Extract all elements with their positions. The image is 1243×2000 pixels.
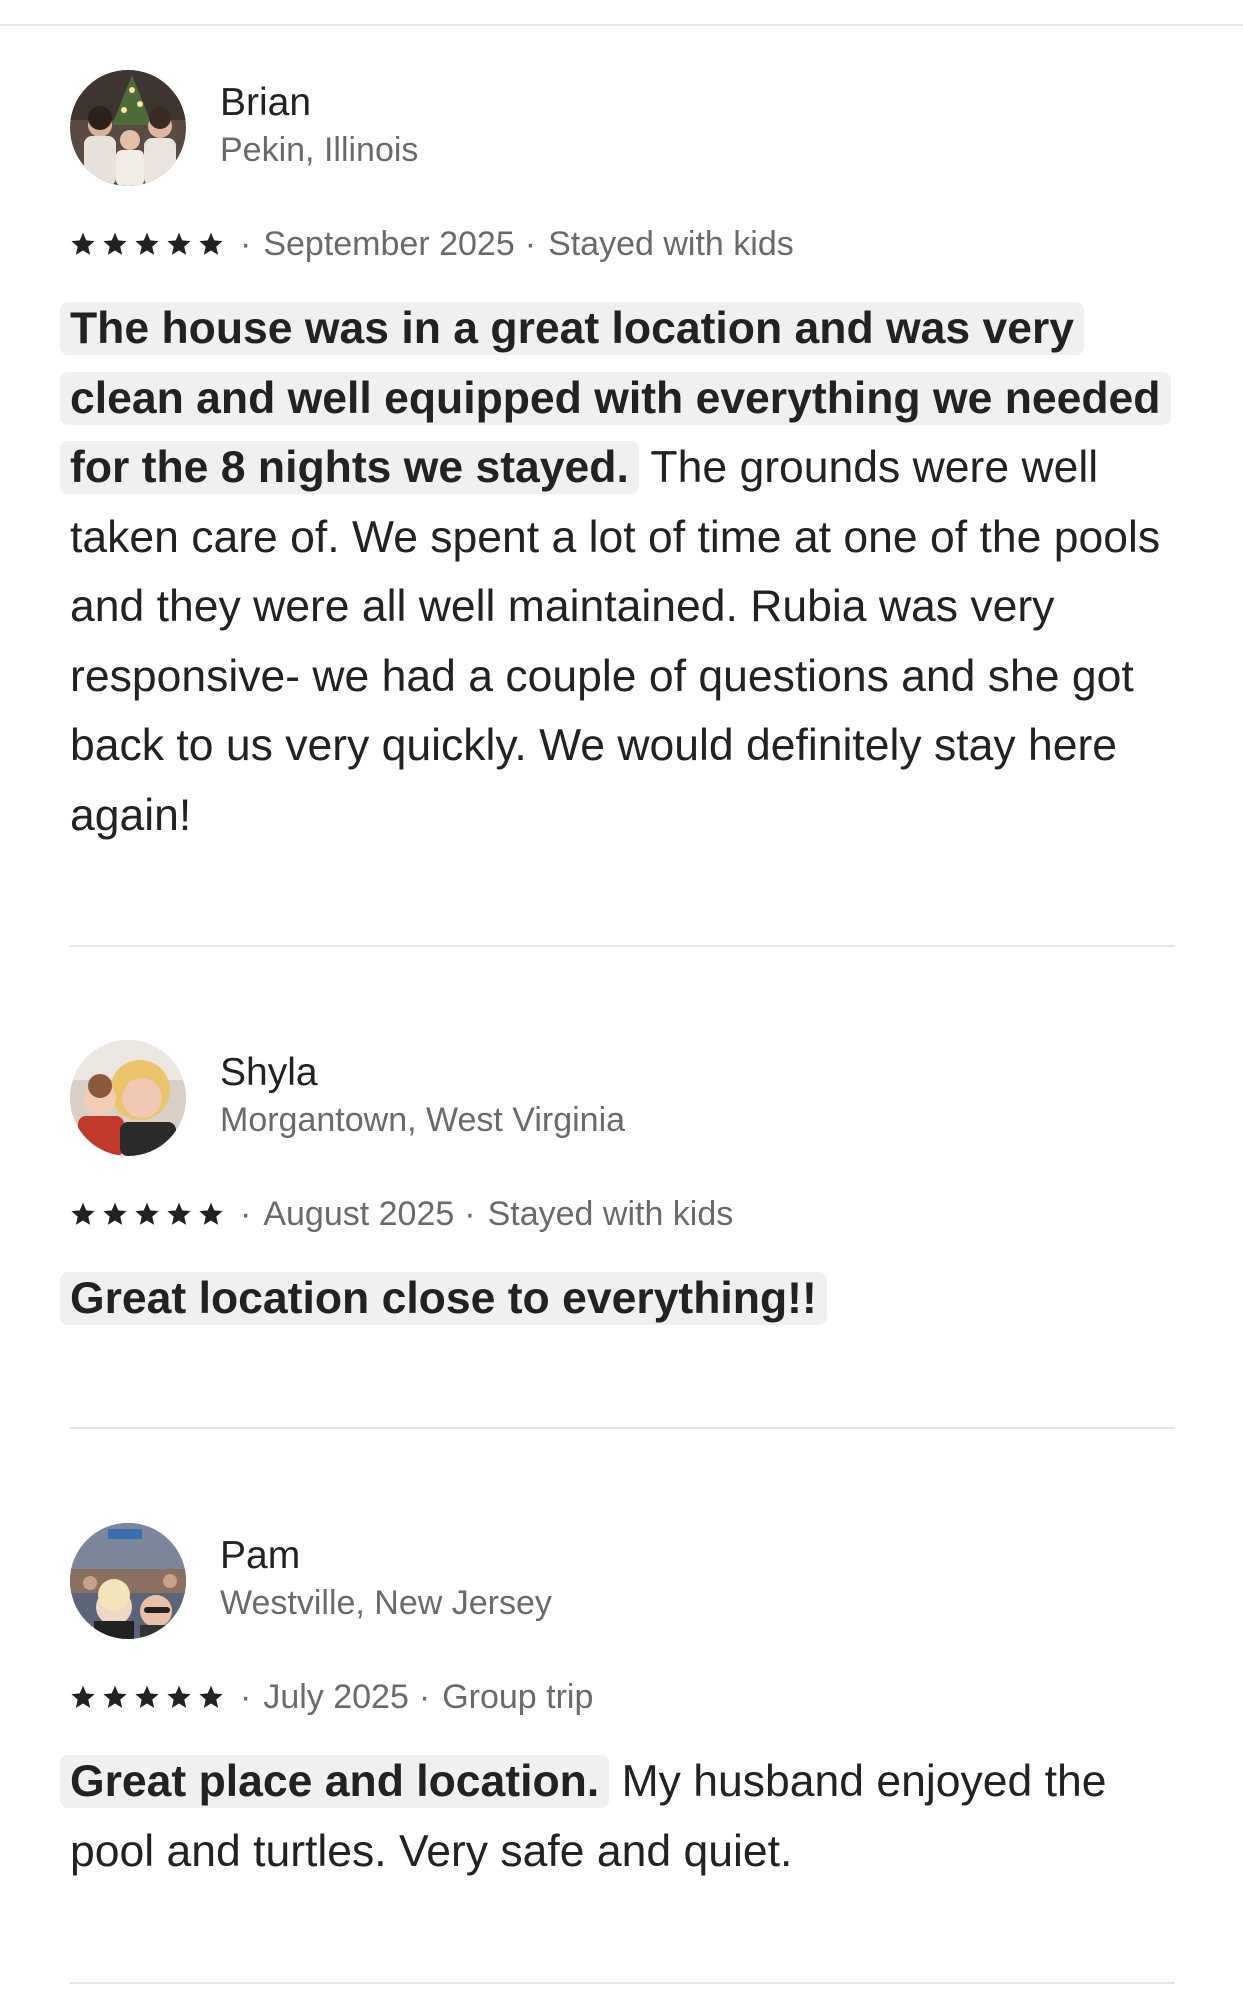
star-icon bbox=[166, 1201, 192, 1227]
star-icon bbox=[102, 1684, 128, 1710]
review-text: The grounds were well taken care of. We … bbox=[70, 443, 1161, 840]
trip-type: Group trip bbox=[442, 1677, 594, 1716]
review-date: July 2025 bbox=[263, 1677, 409, 1716]
reviewer-name[interactable]: Brian bbox=[220, 79, 418, 127]
meta-separator: · bbox=[240, 1194, 252, 1233]
star-icon bbox=[166, 231, 192, 257]
review-card: Pam Westville, New Jersey · July 2025 · … bbox=[60, 1523, 1180, 1886]
trip-type: Stayed with kids bbox=[487, 1194, 734, 1233]
star-icon bbox=[134, 1201, 160, 1227]
meta-separator: · bbox=[524, 224, 537, 263]
mother-child-photo-avatar-icon bbox=[70, 1040, 186, 1156]
review-card: Brian Pekin, Illinois · September 2025 ·… bbox=[60, 70, 1180, 850]
star-icon bbox=[70, 231, 96, 257]
review-highlight: Great location close to everything!! bbox=[60, 1272, 827, 1325]
star-icon bbox=[102, 1201, 128, 1227]
review-date: August 2025 bbox=[263, 1194, 455, 1233]
star-icon bbox=[134, 1684, 160, 1710]
review-meta: · July 2025 · Group trip bbox=[70, 1677, 1180, 1717]
review-divider bbox=[70, 1982, 1175, 1984]
trip-type: Stayed with kids bbox=[548, 224, 794, 263]
reviewer-header: Brian Pekin, Illinois bbox=[70, 70, 1180, 186]
family-photo-avatar-icon bbox=[70, 70, 186, 186]
star-icon bbox=[198, 231, 224, 257]
reviewer-header: Shyla Morgantown, West Virginia bbox=[70, 1040, 1180, 1156]
meta-separator: · bbox=[418, 1677, 431, 1716]
star-rating bbox=[70, 1201, 230, 1227]
star-icon bbox=[134, 231, 160, 257]
star-icon bbox=[198, 1201, 224, 1227]
review-card: Shyla Morgantown, West Virginia · August… bbox=[60, 1040, 1180, 1334]
reviewer-location: Pekin, Illinois bbox=[220, 131, 419, 169]
review-body: The house was in a great location and wa… bbox=[60, 294, 1180, 850]
meta-separator: · bbox=[240, 1677, 252, 1716]
star-rating bbox=[70, 231, 230, 257]
reviewer-name[interactable]: Shyla bbox=[220, 1049, 625, 1097]
selfie-photo-avatar-icon bbox=[70, 1523, 186, 1639]
reviewer-header: Pam Westville, New Jersey bbox=[70, 1523, 1180, 1639]
avatar[interactable] bbox=[70, 1040, 186, 1156]
avatar[interactable] bbox=[70, 70, 186, 186]
star-icon bbox=[166, 1684, 192, 1710]
top-divider bbox=[0, 24, 1243, 26]
avatar[interactable] bbox=[70, 1523, 186, 1639]
star-icon bbox=[70, 1201, 96, 1227]
reviewer-location: Westville, New Jersey bbox=[220, 1584, 552, 1622]
review-body: Great location close to everything!! bbox=[60, 1264, 1180, 1334]
reviewer-name[interactable]: Pam bbox=[220, 1532, 552, 1580]
star-icon bbox=[102, 231, 128, 257]
meta-separator: · bbox=[240, 224, 252, 263]
star-icon bbox=[70, 1684, 96, 1710]
review-date: September 2025 bbox=[263, 224, 515, 263]
review-divider bbox=[70, 945, 1175, 947]
review-body: Great place and location. My husband enj… bbox=[60, 1747, 1180, 1886]
review-meta: · September 2025 · Stayed with kids bbox=[70, 224, 1180, 264]
star-rating bbox=[70, 1684, 230, 1710]
review-highlight: Great place and location. bbox=[60, 1755, 610, 1808]
review-divider bbox=[70, 1427, 1175, 1429]
meta-separator: · bbox=[464, 1194, 476, 1233]
star-icon bbox=[198, 1684, 224, 1710]
reviewer-location: Morgantown, West Virginia bbox=[220, 1101, 626, 1139]
review-meta: · August 2025 · Stayed with kids bbox=[70, 1194, 1180, 1234]
